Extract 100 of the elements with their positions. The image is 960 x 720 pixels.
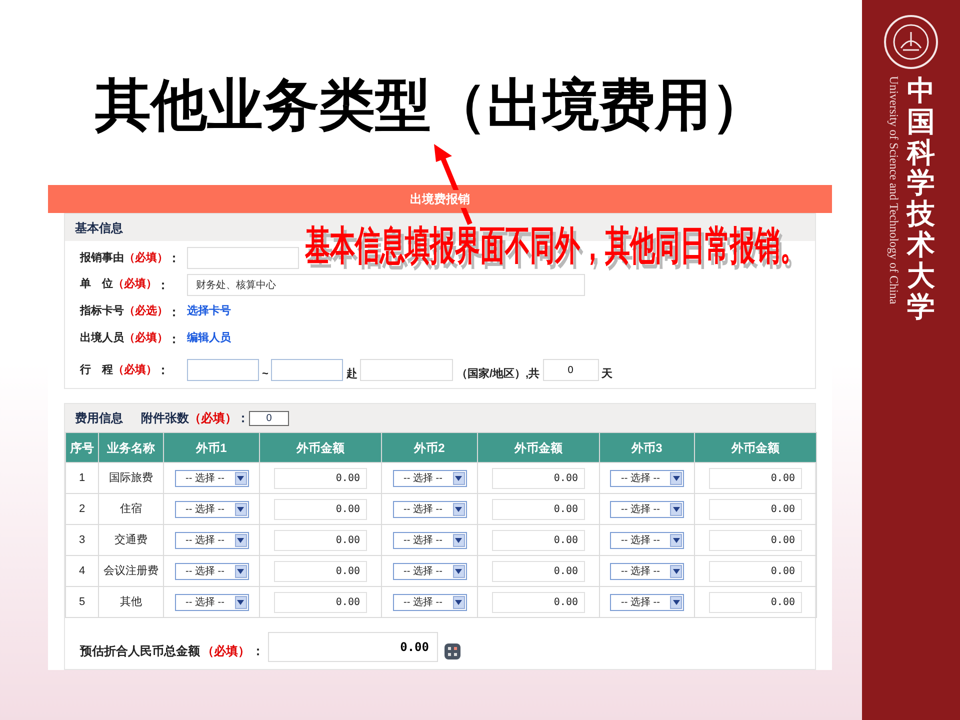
currency-select[interactable]: -- 选择 -- bbox=[174, 470, 248, 486]
select-value: -- 选择 -- bbox=[620, 502, 661, 516]
currency-select[interactable]: -- 选择 -- bbox=[174, 500, 248, 518]
amount-field[interactable]: 0.00 bbox=[274, 468, 367, 488]
link[interactable]: 选择卡号 bbox=[187, 303, 231, 320]
caret-icon bbox=[234, 564, 246, 578]
currency-select[interactable]: -- 选择 -- bbox=[174, 532, 248, 548]
amount-field[interactable]: 0.00 bbox=[492, 560, 585, 582]
currency-select[interactable]: -- 选择 -- bbox=[392, 470, 466, 486]
currency-select[interactable]: -- 选择 -- bbox=[610, 470, 684, 486]
table-cell: 国际旅费 bbox=[98, 462, 164, 494]
form-title: 出境费报销 bbox=[408, 190, 472, 208]
total-amount-field[interactable]: 0.00 bbox=[268, 632, 438, 662]
select-value: -- 选择 -- bbox=[402, 472, 444, 486]
table-cell: 4 bbox=[66, 556, 98, 586]
caret-icon bbox=[452, 472, 464, 484]
caret-icon bbox=[234, 472, 246, 484]
table-cell: 2 bbox=[66, 494, 98, 524]
currency-select[interactable]: -- 选择 -- bbox=[392, 562, 466, 580]
currency-select[interactable]: -- 选择 -- bbox=[392, 500, 466, 518]
amount-field[interactable]: 0.00 bbox=[492, 468, 585, 488]
field-label: 行 程 bbox=[80, 362, 113, 378]
select-value: -- 选择 -- bbox=[184, 534, 226, 548]
table-cell: 3 bbox=[66, 524, 98, 556]
field-label: 单 位 bbox=[80, 276, 113, 292]
amount-field[interactable]: 0.00 bbox=[492, 592, 585, 612]
column-header: 序号 bbox=[66, 432, 98, 462]
table-cell: 5 bbox=[66, 586, 98, 618]
section-heading: 基本信息 bbox=[75, 220, 123, 236]
amount-field[interactable]: 0.00 bbox=[492, 530, 585, 550]
link[interactable]: 编辑人员 bbox=[187, 330, 231, 347]
amount-field[interactable]: 0.00 bbox=[492, 498, 585, 520]
caret-icon bbox=[670, 472, 682, 484]
amount-field[interactable]: 0.00 bbox=[709, 592, 802, 612]
select-value: -- 选择 -- bbox=[402, 596, 444, 610]
select-value: -- 选择 -- bbox=[402, 502, 444, 516]
caret-icon bbox=[452, 564, 464, 578]
select-value: -- 选择 -- bbox=[184, 472, 226, 486]
column-header: 业务名称 bbox=[98, 432, 164, 462]
column-header: 外币2 bbox=[382, 432, 478, 462]
required-mark: （必填） bbox=[113, 362, 157, 378]
amount-field[interactable]: 0.00 bbox=[274, 560, 367, 582]
calculator-icon[interactable] bbox=[444, 643, 461, 660]
colon: ： bbox=[157, 362, 169, 379]
required-mark: （必填） bbox=[124, 330, 168, 346]
required-mark: （必填） bbox=[113, 276, 157, 292]
date-field[interactable] bbox=[271, 359, 344, 381]
select-value: -- 选择 -- bbox=[402, 534, 444, 548]
table-cell: 住宿 bbox=[98, 494, 164, 524]
currency-select[interactable]: -- 选择 -- bbox=[610, 500, 684, 518]
section-heading: 费用信息 bbox=[75, 410, 123, 427]
table-cell: 交通费 bbox=[98, 524, 164, 556]
colon: ： bbox=[168, 250, 180, 267]
amount-field[interactable]: 0.00 bbox=[274, 530, 367, 550]
amount-field[interactable]: 0.00 bbox=[274, 498, 367, 520]
currency-select[interactable]: -- 选择 -- bbox=[610, 594, 684, 610]
slide-title: 其他业务类型（出境费用） bbox=[95, 71, 767, 140]
required-mark: （必选） bbox=[124, 304, 168, 320]
amount-field[interactable]: 0.00 bbox=[274, 592, 367, 612]
caret-icon bbox=[452, 534, 464, 546]
field-label: 指标卡号 bbox=[80, 304, 124, 320]
currency-select[interactable]: -- 选择 -- bbox=[610, 532, 684, 548]
select-value: -- 选择 -- bbox=[184, 564, 226, 578]
select-value: -- 选择 -- bbox=[184, 596, 226, 610]
amount-field[interactable]: 0.00 bbox=[709, 530, 802, 550]
select-value: -- 选择 -- bbox=[402, 564, 444, 578]
select-value: -- 选择 -- bbox=[620, 472, 661, 486]
currency-select[interactable]: -- 选择 -- bbox=[392, 532, 466, 548]
amount-field[interactable]: 0.00 bbox=[709, 468, 802, 488]
itinerary-text: （国家/地区）,共 bbox=[456, 366, 540, 382]
currency-select[interactable]: -- 选择 -- bbox=[174, 562, 248, 580]
days-field[interactable]: 0 bbox=[542, 359, 599, 381]
caret-icon bbox=[670, 502, 682, 516]
colon: ： bbox=[157, 276, 169, 294]
destination-field[interactable] bbox=[360, 359, 454, 381]
currency-select[interactable]: -- 选择 -- bbox=[392, 594, 466, 610]
currency-select[interactable]: -- 选择 -- bbox=[174, 594, 248, 610]
university-emblem-icon bbox=[883, 14, 939, 70]
text-field[interactable] bbox=[187, 247, 299, 269]
attachments-field[interactable]: 0 bbox=[249, 410, 289, 426]
column-header: 外币金额 bbox=[694, 432, 816, 462]
university-name-chinese: 中国科学技术大学 bbox=[907, 76, 935, 322]
table-cell: 1 bbox=[66, 462, 98, 494]
caret-icon bbox=[234, 596, 246, 608]
currency-select[interactable]: -- 选择 -- bbox=[610, 562, 684, 580]
amount-field[interactable]: 0.00 bbox=[709, 498, 802, 520]
university-name-english: University of Science and Technology of China bbox=[887, 76, 901, 306]
table-cell: 其他 bbox=[98, 586, 164, 618]
column-header: 外币金额 bbox=[478, 432, 600, 462]
select-value: -- 选择 -- bbox=[620, 596, 661, 610]
required-mark: （必填） bbox=[124, 250, 168, 266]
itinerary-text: 赴 bbox=[346, 366, 358, 382]
caret-icon bbox=[670, 534, 682, 546]
text-field[interactable]: 财务处、核算中心 bbox=[187, 274, 585, 296]
select-value: -- 选择 -- bbox=[620, 534, 661, 548]
amount-field[interactable]: 0.00 bbox=[709, 560, 802, 582]
table-cell: 会议注册费 bbox=[98, 556, 164, 586]
caret-icon bbox=[670, 564, 682, 578]
required-mark: （必填） bbox=[189, 410, 237, 427]
date-field[interactable] bbox=[187, 359, 259, 381]
